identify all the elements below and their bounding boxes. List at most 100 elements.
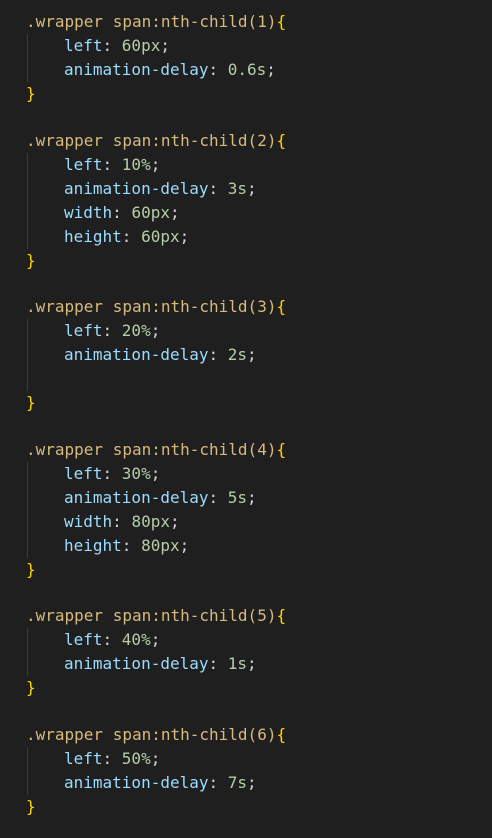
colon: : xyxy=(112,203,132,222)
css-value: 5s xyxy=(227,488,248,507)
css-selector: .wrapper span:nth-child(5) xyxy=(26,606,277,625)
semicolon: ; xyxy=(247,773,257,792)
semicolon: ; xyxy=(150,155,161,174)
css-value: 3s xyxy=(227,179,248,198)
code-line[interactable]: } xyxy=(26,795,492,819)
css-value: 1s xyxy=(227,654,248,673)
indent-guide xyxy=(27,34,28,82)
semicolon: ; xyxy=(160,36,170,55)
code-line[interactable]: } xyxy=(26,82,492,106)
code-line[interactable]: left: 50%; xyxy=(64,747,492,771)
code-line[interactable]: left: 30%; xyxy=(64,462,492,486)
code-line[interactable]: left: 60px; xyxy=(64,34,492,58)
open-brace: { xyxy=(276,606,287,625)
code-line[interactable]: .wrapper span:nth-child(5){ xyxy=(26,604,492,628)
css-property: left xyxy=(64,155,103,174)
indent-guide xyxy=(27,747,28,795)
semicolon: ; xyxy=(150,749,161,768)
css-property: animation-delay xyxy=(64,345,209,364)
code-line[interactable]: left: 40%; xyxy=(64,628,492,652)
code-line[interactable]: width: 60px; xyxy=(64,201,492,225)
code-line[interactable]: .wrapper span:nth-child(6){ xyxy=(26,723,492,747)
semicolon: ; xyxy=(150,321,161,340)
code-line[interactable]: } xyxy=(26,391,492,415)
code-line[interactable]: .wrapper span:nth-child(2){ xyxy=(26,129,492,153)
css-property: left xyxy=(64,749,103,768)
open-brace: { xyxy=(276,131,287,150)
colon: : xyxy=(102,464,122,483)
css-value: 7s xyxy=(227,773,248,792)
css-property: width xyxy=(64,203,113,222)
css-property: left xyxy=(64,464,103,483)
colon: : xyxy=(208,773,228,792)
code-line[interactable]: animation-delay: 1s; xyxy=(64,652,492,676)
code-line[interactable]: .wrapper span:nth-child(4){ xyxy=(26,438,492,462)
colon: : xyxy=(208,179,228,198)
semicolon: ; xyxy=(247,488,257,507)
code-line[interactable]: animation-delay: 5s; xyxy=(64,486,492,510)
colon: : xyxy=(208,488,228,507)
code-line[interactable]: .wrapper span:nth-child(1){ xyxy=(26,10,492,34)
colon: : xyxy=(208,345,228,364)
css-value: 20% xyxy=(121,321,151,340)
code-line[interactable]: } xyxy=(26,249,492,273)
css-property: height xyxy=(64,536,122,555)
open-brace: { xyxy=(276,440,287,459)
colon: : xyxy=(208,60,228,79)
close-brace: } xyxy=(26,84,36,103)
code-line[interactable]: .wrapper span:nth-child(3){ xyxy=(26,295,492,319)
css-property: width xyxy=(64,512,113,531)
colon: : xyxy=(112,512,132,531)
code-line[interactable]: animation-delay: 3s; xyxy=(64,177,492,201)
css-value: 30% xyxy=(121,464,151,483)
css-property: left xyxy=(64,630,103,649)
code-line[interactable]: } xyxy=(26,676,492,700)
code-line[interactable]: animation-delay: 0.6s; xyxy=(64,58,492,82)
open-brace: { xyxy=(276,12,287,31)
code-line[interactable]: width: 80px; xyxy=(64,510,492,534)
code-line[interactable]: height: 80px; xyxy=(64,534,492,558)
semicolon: ; xyxy=(179,227,190,246)
colon: : xyxy=(121,536,142,555)
open-brace: { xyxy=(276,725,287,744)
code-line[interactable]: left: 10%; xyxy=(64,153,492,177)
css-selector: .wrapper span:nth-child(2) xyxy=(26,131,277,150)
code-line[interactable]: animation-delay: 2s; xyxy=(64,343,492,367)
semicolon: ; xyxy=(179,536,190,555)
close-brace: } xyxy=(26,393,36,412)
colon: : xyxy=(121,227,142,246)
css-property: animation-delay xyxy=(64,773,209,792)
css-value: 80px xyxy=(141,536,180,555)
css-selector: .wrapper span:nth-child(1) xyxy=(26,12,277,31)
css-property: height xyxy=(64,227,122,246)
code-editor[interactable]: .wrapper span:nth-child(1){ left: 60px; … xyxy=(0,0,492,838)
semicolon: ; xyxy=(169,203,180,222)
indent-guide xyxy=(27,462,28,558)
semicolon: ; xyxy=(150,630,161,649)
semicolon: ; xyxy=(247,654,257,673)
open-brace: { xyxy=(276,297,287,316)
css-value: 0.6s xyxy=(227,60,267,79)
colon: : xyxy=(102,749,122,768)
css-property: animation-delay xyxy=(64,60,209,79)
css-property: left xyxy=(64,321,103,340)
css-value: 2s xyxy=(227,345,248,364)
indent-guide xyxy=(27,628,28,676)
css-property: animation-delay xyxy=(64,488,209,507)
close-brace: } xyxy=(26,797,36,816)
indent-guide xyxy=(27,153,28,249)
close-brace: } xyxy=(26,560,36,579)
css-value: 80px xyxy=(131,512,170,531)
code-line[interactable]: left: 20%; xyxy=(64,319,492,343)
css-selector: .wrapper span:nth-child(6) xyxy=(26,725,277,744)
semicolon: ; xyxy=(247,179,257,198)
code-line[interactable]: } xyxy=(26,558,492,582)
close-brace: } xyxy=(26,251,36,270)
css-selector: .wrapper span:nth-child(4) xyxy=(26,440,277,459)
indent-guide xyxy=(27,319,28,391)
css-value: 40% xyxy=(121,630,151,649)
colon: : xyxy=(208,654,228,673)
code-line[interactable]: animation-delay: 7s; xyxy=(64,771,492,795)
colon: : xyxy=(102,155,122,174)
code-line[interactable]: height: 60px; xyxy=(64,225,492,249)
